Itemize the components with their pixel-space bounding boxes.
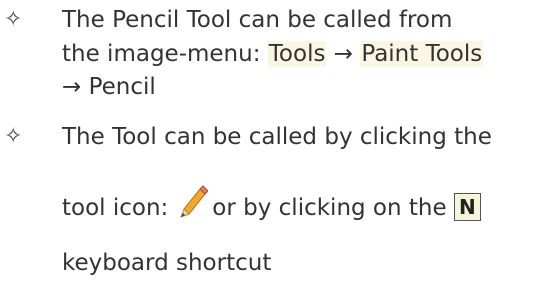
bullet-2-line-1: The Tool can be called by clicking the [62, 122, 492, 152]
bullet-1-text-2: the image-menu: [62, 41, 261, 67]
pencil-icon [178, 185, 210, 219]
bullet-2-text-3: or by clicking on the [212, 195, 447, 221]
bullet-1-text-1: The Pencil Tool can be called from [62, 7, 453, 33]
four-pointed-star-icon: ✧ [4, 7, 23, 32]
menu-arrow: → [62, 74, 82, 100]
menu-arrow: → [333, 41, 354, 67]
menu-pencil: Pencil [88, 74, 156, 100]
menu-paint-tools: Paint Tools [360, 41, 484, 67]
bullet-2-text-4: keyboard shortcut [62, 250, 272, 276]
keyboard-shortcut-key: N [453, 193, 481, 221]
bullet-2-line-3: keyboard shortcut [62, 248, 271, 278]
bullet-2-text-2: tool icon: [62, 195, 169, 221]
bullet-1-line-1: The Pencil Tool can be called from [62, 5, 452, 35]
four-pointed-star-icon: ✧ [4, 124, 23, 149]
menu-tools: Tools [267, 41, 327, 67]
bullet-2-line-2: tool icon: or by clicking on the N [62, 185, 481, 223]
bullet-1-line-3: → Pencil [62, 72, 156, 102]
bullet-1-line-2: the image-menu: Tools → Paint Tools [62, 39, 484, 69]
bullet-2-text-1: The Tool can be called by clicking the [62, 124, 492, 150]
